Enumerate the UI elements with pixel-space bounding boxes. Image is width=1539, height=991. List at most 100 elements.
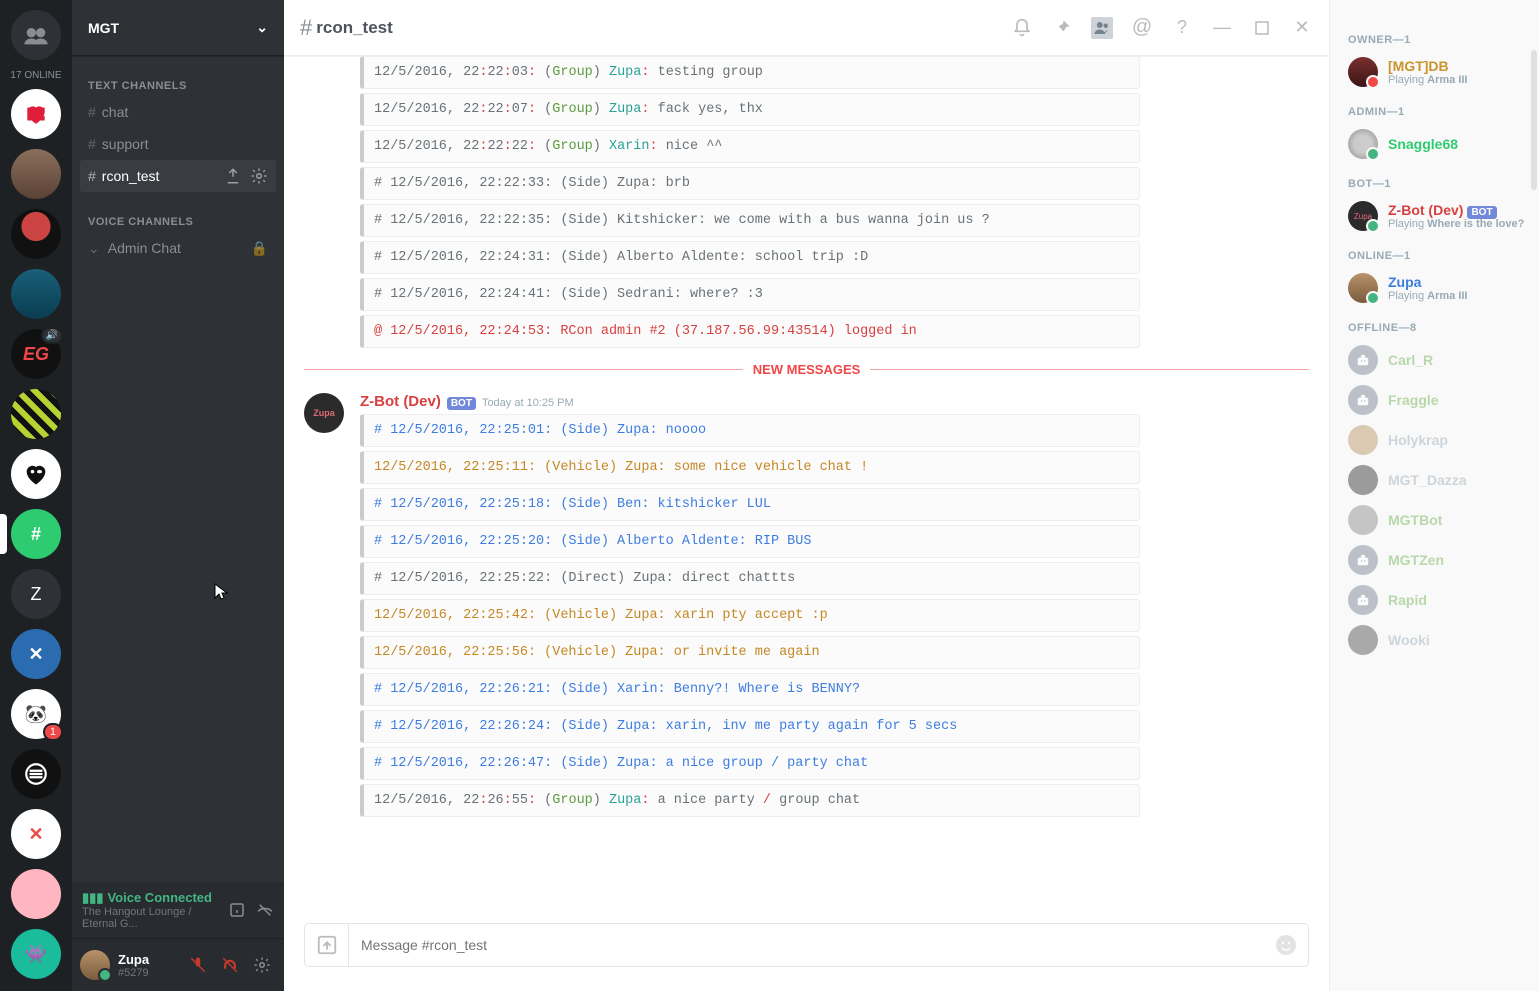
- bell-icon[interactable]: [1011, 17, 1033, 39]
- member-item[interactable]: MGTZen: [1348, 540, 1531, 580]
- member-item[interactable]: Fraggle: [1348, 380, 1531, 420]
- log-line: # 12/5/2016, 22:25:20: (Side) Alberto Al…: [360, 525, 1140, 558]
- guild-icon[interactable]: [11, 149, 61, 199]
- user-panel: Zupa #5279: [72, 939, 284, 991]
- new-messages-divider: NEW MESSAGES: [304, 362, 1309, 377]
- avatar: [1348, 545, 1378, 575]
- gear-icon[interactable]: [250, 167, 268, 185]
- guild-icon[interactable]: [11, 209, 61, 259]
- main-content: # rcon_test @ ? — ✕ 12/5/2016, 22:22:03:…: [284, 0, 1329, 991]
- text-channels-category: TEXT CHANNELS: [88, 80, 268, 92]
- lock-icon: 🔒: [251, 240, 268, 257]
- voice-server: The Hangout Lounge / Eternal G...: [82, 906, 228, 930]
- bot-badge: BOT: [447, 397, 476, 410]
- guild-icon[interactable]: 👾: [11, 929, 61, 979]
- log-line: 12/5/2016, 22:25:11: (Vehicle) Zupa: som…: [360, 451, 1140, 484]
- guild-list: 17 ONLINE 🔊EG # Z ✕ 1🐼 ✕ 👾: [0, 0, 72, 991]
- log-line: # 12/5/2016, 22:22:35: (Side) Kitshicker…: [360, 204, 1140, 237]
- member-item[interactable]: Wooki: [1348, 620, 1531, 660]
- invite-icon[interactable]: [224, 167, 242, 185]
- member-item[interactable]: Zupa Z-Bot (Dev)BOT Playing Where is the…: [1348, 196, 1531, 236]
- info-icon[interactable]: [228, 901, 246, 919]
- server-name: MGT: [88, 20, 119, 36]
- message-header: Z-Bot (Dev) BOT Today at 10:25 PM: [360, 393, 1140, 410]
- deafen-button[interactable]: [216, 951, 244, 979]
- guild-icon[interactable]: [11, 869, 61, 919]
- close-icon[interactable]: ✕: [1291, 17, 1313, 39]
- avatar: [1348, 57, 1378, 87]
- log-line: # 12/5/2016, 22:24:31: (Side) Alberto Al…: [360, 241, 1140, 274]
- guild-icon[interactable]: #: [11, 509, 61, 559]
- log-line: 12/5/2016, 22:25:42: (Vehicle) Zupa: xar…: [360, 599, 1140, 632]
- member-item[interactable]: Zupa Playing Arma III: [1348, 268, 1531, 308]
- user-avatar[interactable]: [80, 950, 110, 980]
- guild-icon[interactable]: [11, 749, 61, 799]
- guild-icon[interactable]: [11, 269, 61, 319]
- bot-avatar[interactable]: Zupa: [304, 393, 344, 433]
- message-author[interactable]: Z-Bot (Dev): [360, 393, 441, 410]
- log-line: # 12/5/2016, 22:24:41: (Side) Sedrani: w…: [360, 278, 1140, 311]
- maximize-icon[interactable]: [1251, 17, 1273, 39]
- members-category: ONLINE—1: [1348, 250, 1531, 262]
- chevron-down-icon: ⌄: [88, 240, 100, 257]
- channel-support[interactable]: #support: [80, 128, 276, 160]
- voice-channels-category: VOICE CHANNELS: [88, 216, 268, 228]
- log-line: 12/5/2016, 22:25:56: (Vehicle) Zupa: or …: [360, 636, 1140, 669]
- mute-button[interactable]: [184, 951, 212, 979]
- channel-title: rcon_test: [316, 18, 393, 38]
- server-header[interactable]: MGT ⌄: [72, 0, 284, 56]
- user-name: Zupa: [118, 952, 149, 967]
- member-list: OWNER—1 [MGT]DB Playing Arma III ADMIN—1…: [1329, 0, 1539, 991]
- home-button[interactable]: [11, 10, 61, 60]
- avatar: [1348, 585, 1378, 615]
- members-icon[interactable]: [1091, 17, 1113, 39]
- hash-icon: #: [88, 136, 96, 152]
- avatar: [1348, 129, 1378, 159]
- channel-chat[interactable]: #chat: [80, 96, 276, 128]
- message-block: 12/5/2016, 22:22:03: (Group) Zupa: testi…: [360, 56, 1140, 352]
- titlebar: # rcon_test @ ? — ✕: [284, 0, 1329, 56]
- guild-icon[interactable]: ✕: [11, 629, 61, 679]
- guild-icon[interactable]: [11, 89, 61, 139]
- member-item[interactable]: Rapid: [1348, 580, 1531, 620]
- guild-icon[interactable]: 🔊EG: [11, 329, 61, 379]
- settings-button[interactable]: [248, 951, 276, 979]
- log-line: # 12/5/2016, 22:26:47: (Side) Zupa: a ni…: [360, 747, 1140, 780]
- members-category: OFFLINE—8: [1348, 322, 1531, 334]
- message-list[interactable]: 12/5/2016, 22:22:03: (Group) Zupa: testi…: [284, 56, 1329, 923]
- minimize-icon[interactable]: —: [1211, 17, 1233, 39]
- members-category: OWNER—1: [1348, 34, 1531, 46]
- log-line: # 12/5/2016, 22:26:21: (Side) Xarin: Ben…: [360, 673, 1140, 706]
- log-line: 12/5/2016, 22:26:55: (Group) Zupa: a nic…: [360, 784, 1140, 817]
- pin-icon[interactable]: [1051, 17, 1073, 39]
- user-tag: #5279: [118, 967, 149, 979]
- channel-rcon-test[interactable]: #rcon_test: [80, 160, 276, 192]
- hash-icon: #: [300, 15, 312, 41]
- member-item[interactable]: MGT_Dazza: [1348, 460, 1531, 500]
- guild-icon[interactable]: 1🐼: [11, 689, 61, 739]
- member-item[interactable]: Snaggle68: [1348, 124, 1531, 164]
- voice-channel-admin-chat[interactable]: ⌄ Admin Chat 🔒: [80, 232, 276, 264]
- member-item[interactable]: [MGT]DB Playing Arma III: [1348, 52, 1531, 92]
- guild-icon[interactable]: ✕: [11, 809, 61, 859]
- guild-icon[interactable]: Z: [11, 569, 61, 619]
- disconnect-icon[interactable]: [256, 901, 274, 919]
- avatar: [1348, 625, 1378, 655]
- members-category: ADMIN—1: [1348, 106, 1531, 118]
- guild-icon[interactable]: [11, 449, 61, 499]
- guild-icon[interactable]: [11, 389, 61, 439]
- log-line: # 12/5/2016, 22:25:18: (Side) Ben: kitsh…: [360, 488, 1140, 521]
- mentions-icon[interactable]: @: [1131, 17, 1153, 39]
- avatar: [1348, 273, 1378, 303]
- emoji-button[interactable]: [1264, 933, 1308, 957]
- member-item[interactable]: MGTBot: [1348, 500, 1531, 540]
- avatar: [1348, 385, 1378, 415]
- voice-status: ▮▮▮Voice Connected The Hangout Lounge / …: [72, 882, 284, 939]
- member-item[interactable]: Carl_R: [1348, 340, 1531, 380]
- message-input[interactable]: [349, 937, 1264, 953]
- avatar: [1348, 425, 1378, 455]
- member-item[interactable]: Holykrap: [1348, 420, 1531, 460]
- scrollbar-thumb[interactable]: [1531, 50, 1537, 190]
- upload-button[interactable]: [305, 923, 349, 967]
- help-icon[interactable]: ?: [1171, 17, 1193, 39]
